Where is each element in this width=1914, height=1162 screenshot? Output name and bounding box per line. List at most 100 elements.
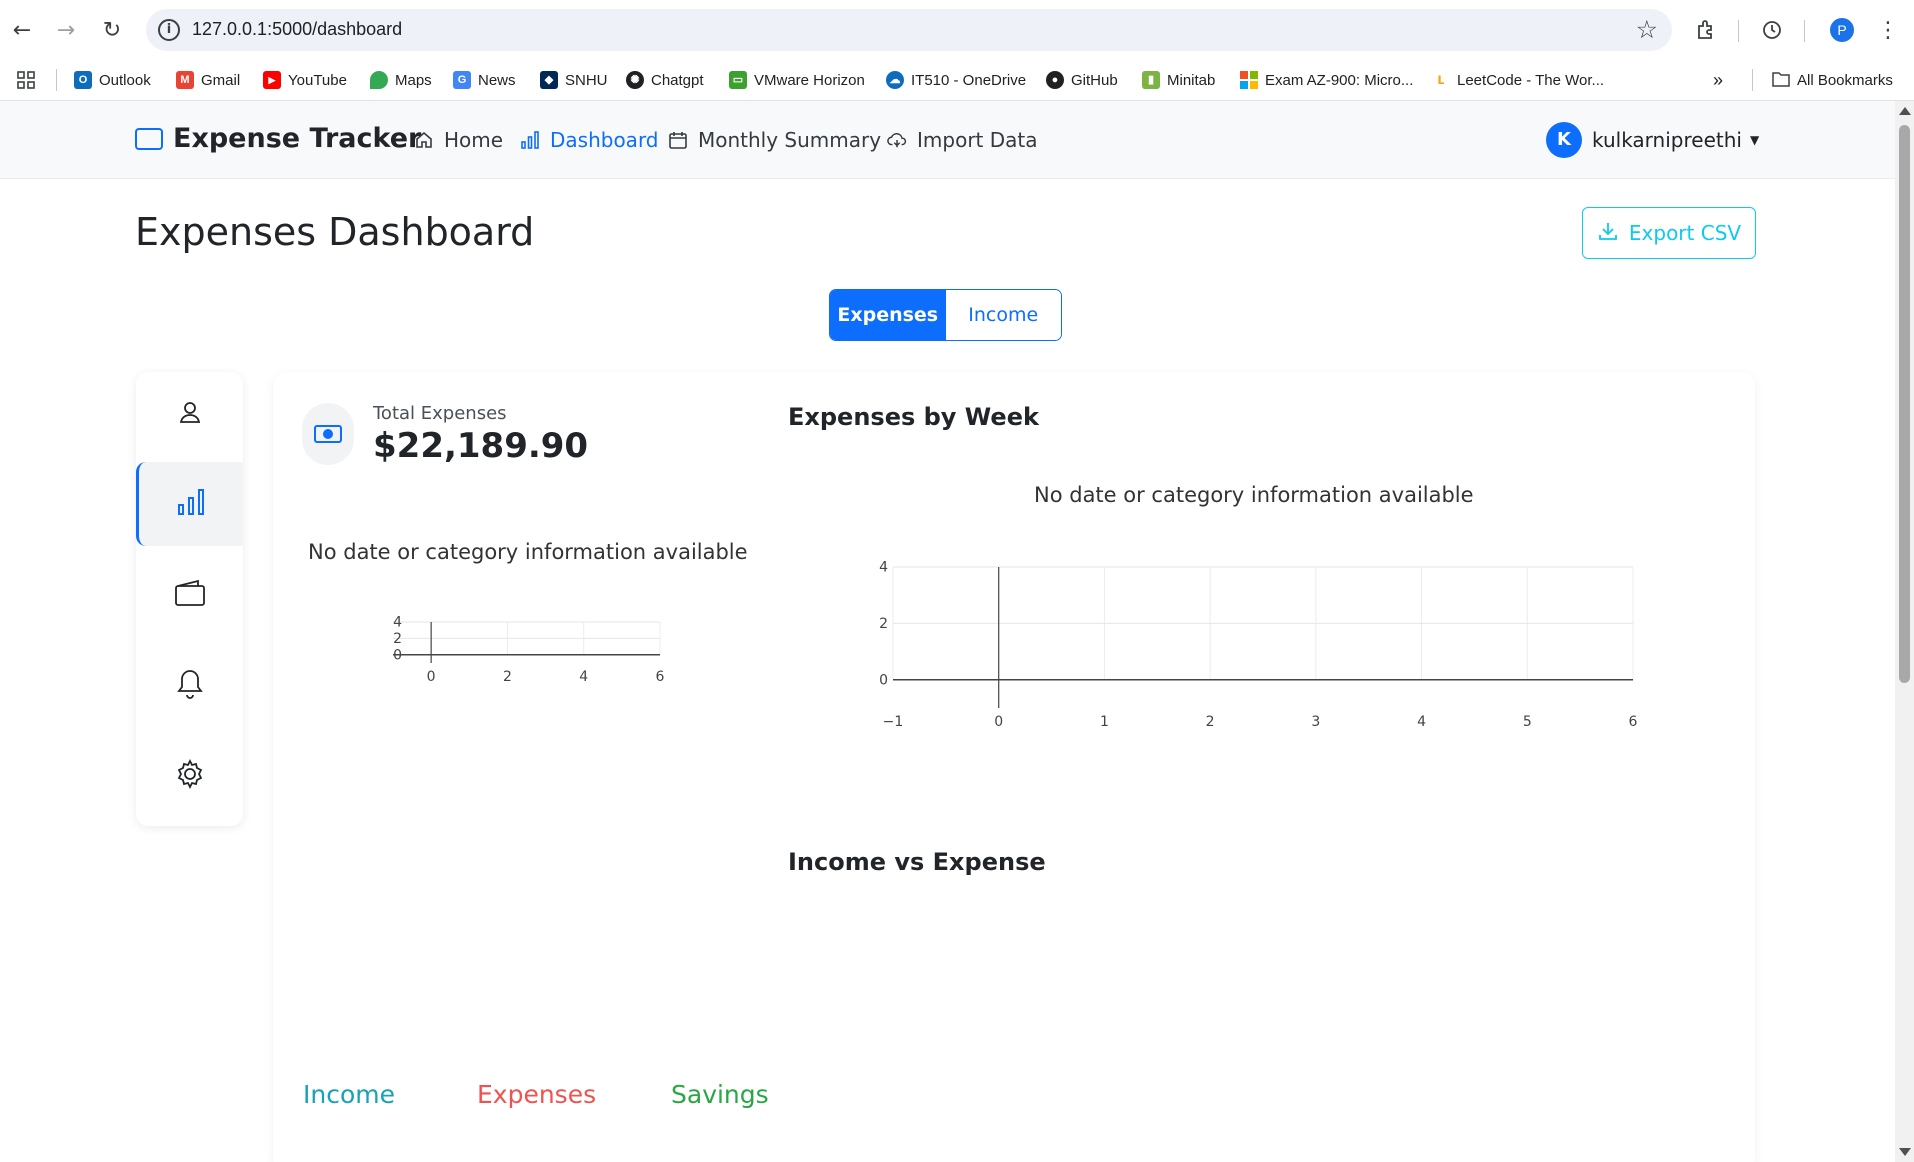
back-icon[interactable]: ← (4, 12, 40, 48)
extensions-icon[interactable] (1688, 12, 1724, 48)
nav-monthly-summary[interactable]: Monthly Summary (668, 128, 881, 152)
cash-icon (314, 425, 342, 443)
y-tick-label: 2 (393, 631, 402, 647)
rail-wallet[interactable] (136, 553, 243, 637)
scroll-thumb[interactable] (1899, 125, 1910, 683)
bookmark-gmail[interactable]: M Gmail (176, 66, 240, 94)
rail-dashboard[interactable] (136, 462, 243, 546)
x-tick-label: 1 (1100, 714, 1109, 730)
bell-icon (176, 668, 204, 704)
scroll-down-arrow-icon[interactable] (1899, 1148, 1911, 1156)
bookmark-snhu[interactable]: ◆ SNHU (540, 66, 608, 94)
nav-label: Dashboard (550, 128, 659, 152)
x-tick-label: 3 (1311, 714, 1320, 730)
nav-label: Home (444, 128, 504, 152)
x-tick-label: 0 (994, 714, 1003, 730)
browser-menu-icon[interactable]: ⋮ (1870, 12, 1906, 48)
more-bookmarks-chevron-icon[interactable]: » (1713, 66, 1723, 94)
toggle-expenses[interactable]: Expenses (830, 290, 946, 340)
gear-icon (174, 758, 206, 794)
browser-profile-avatar[interactable]: P (1830, 18, 1854, 42)
legend-expenses[interactable]: Expenses (477, 1080, 596, 1109)
bookmark-label: LeetCode - The Wor... (1457, 71, 1605, 89)
wallet-icon (135, 127, 163, 150)
bookmark-label: All Bookmarks (1797, 71, 1893, 89)
category-chart: 0 2 4 6024 (393, 615, 665, 685)
reload-icon[interactable]: ↻ (94, 12, 130, 48)
legend-savings[interactable]: Savings (671, 1080, 769, 1109)
leetcode-icon: ʟ (1437, 71, 1445, 88)
brand-name: Expense Tracker (173, 123, 422, 154)
page-scrollbar[interactable] (1895, 101, 1914, 1162)
income-vs-expense-title: Income vs Expense (788, 848, 1046, 876)
scroll-up-arrow-icon[interactable] (1899, 107, 1911, 115)
bookmark-label: VMware Horizon (754, 71, 865, 89)
app-navbar: Expense Tracker Home Dashboard Monthly S… (0, 101, 1895, 179)
site-info-icon[interactable]: i (158, 19, 180, 41)
rail-notifications[interactable] (136, 644, 243, 728)
browser-toolbar: ← → ↻ i 127.0.0.1:5000/dashboard ☆ P ⋮ (0, 0, 1914, 59)
y-tick-label: 2 (879, 616, 888, 632)
nav-dashboard[interactable]: Dashboard (520, 128, 659, 152)
bookmark-leetcode[interactable]: ʟ LeetCode - The Wor... (1432, 66, 1604, 94)
bookmark-onedrive[interactable]: ☁ IT510 - OneDrive (886, 66, 1026, 94)
user-dropdown[interactable]: K kulkarnipreethi ▼ (1546, 122, 1759, 158)
download-icon (1597, 220, 1619, 247)
bookmark-minitab[interactable]: ▮ Minitab (1142, 66, 1215, 94)
bookmark-github[interactable]: ● GitHub (1046, 66, 1118, 94)
bookmark-separator (56, 69, 57, 91)
forward-icon[interactable]: → (48, 12, 84, 48)
total-expenses-value: $22,189.90 (373, 426, 589, 466)
bookmark-maps[interactable]: Maps (370, 66, 432, 94)
bookmark-label: News (478, 71, 516, 89)
bar-chart-icon (176, 487, 206, 521)
url-text[interactable]: 127.0.0.1:5000/dashboard (192, 19, 402, 40)
house-icon (414, 130, 434, 150)
bookmark-label: Exam AZ-900: Micro... (1265, 71, 1414, 89)
bookmark-star-icon[interactable]: ☆ (1636, 15, 1658, 44)
cloud-upload-icon (887, 130, 907, 150)
bookmark-label: SNHU (565, 71, 608, 89)
nav-import-data[interactable]: Import Data (887, 128, 1038, 152)
legend-income[interactable]: Income (303, 1080, 395, 1109)
left-chart-empty-message: No date or category information availabl… (308, 540, 748, 564)
history-icon[interactable] (1754, 12, 1790, 48)
apps-grid-icon[interactable] (16, 66, 36, 94)
nav-label: Monthly Summary (698, 128, 882, 152)
bookmark-label: IT510 - OneDrive (911, 71, 1027, 89)
microsoft-icon (1240, 71, 1258, 89)
export-csv-button[interactable]: Export CSV (1582, 207, 1756, 259)
x-tick-label: 5 (1523, 714, 1532, 730)
address-bar[interactable]: i 127.0.0.1:5000/dashboard ☆ (146, 9, 1672, 51)
bookmark-label: YouTube (288, 71, 347, 89)
all-bookmarks-folder[interactable]: All Bookmarks (1772, 66, 1893, 94)
bar-chart-icon (520, 130, 540, 150)
toggle-income[interactable]: Income (945, 290, 1061, 340)
vmware-icon: ▭ (729, 71, 747, 89)
bookmarks-bar: O Outlook M Gmail ▶ YouTube Maps G News ◆ SNH… (0, 59, 1914, 101)
x-tick-label: 4 (1417, 714, 1426, 730)
toolbar-separator (1738, 20, 1739, 42)
nav-home[interactable]: Home (414, 128, 503, 152)
minitab-icon: ▮ (1142, 71, 1160, 89)
bookmark-outlook[interactable]: O Outlook (74, 66, 151, 94)
folder-icon (1772, 71, 1790, 89)
bookmark-chatgpt[interactable]: ✺ Chatgpt (626, 66, 704, 94)
bookmark-youtube[interactable]: ▶ YouTube (263, 66, 347, 94)
brand-link[interactable]: Expense Tracker (135, 123, 421, 154)
rail-profile[interactable] (136, 372, 243, 456)
gmail-icon: M (176, 71, 194, 89)
bookmark-az900[interactable]: Exam AZ-900: Micro... (1240, 66, 1413, 94)
youtube-icon: ▶ (263, 71, 281, 89)
bookmark-vmware[interactable]: ▭ VMware Horizon (729, 66, 865, 94)
toolbar-separator (1804, 20, 1805, 42)
rail-settings[interactable] (136, 734, 243, 818)
avatar: K (1546, 122, 1582, 158)
bookmark-separator (1752, 69, 1753, 91)
person-icon (176, 398, 204, 430)
y-tick-label: 4 (879, 560, 888, 576)
snhu-shield-icon: ◆ (540, 71, 558, 89)
x-tick-label: 4 (579, 669, 588, 685)
y-tick-label: 4 (393, 615, 402, 631)
bookmark-news[interactable]: G News (453, 66, 516, 94)
